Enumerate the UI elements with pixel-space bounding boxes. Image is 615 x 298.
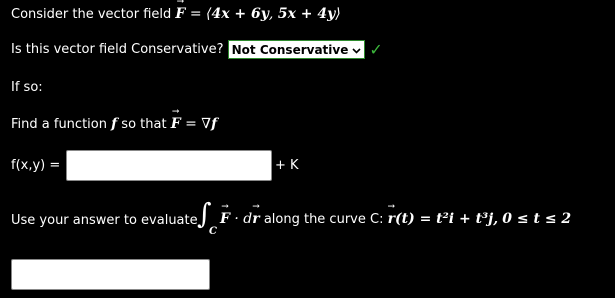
- chevron-down-icon: [352, 43, 361, 57]
- field-close: ⟩: [335, 6, 341, 22]
- plus-k-label: + K: [275, 158, 299, 173]
- conservative-select-value: Not Conservative: [231, 42, 349, 57]
- f-symbol-2: f: [211, 116, 218, 132]
- F-vector-3: F: [220, 211, 230, 227]
- component-1: 4x + 6y: [211, 6, 269, 22]
- gradient-expression: F = ∇f: [171, 116, 217, 132]
- line-integral-expression: ∫: [197, 200, 212, 228]
- dot-d: · d: [234, 211, 253, 227]
- integrand-and-curve: F · dr along the curve C: r(t) = t²i + t…: [220, 211, 571, 227]
- conservative-question-text: Is this vector field Conservative?: [11, 42, 224, 57]
- along-curve-text: along the curve C:: [263, 212, 384, 227]
- eq-nabla: = ∇: [185, 116, 212, 132]
- line-integral-answer-input[interactable]: [11, 259, 210, 290]
- integral-subscript: C: [209, 226, 217, 237]
- correct-check-icon: ✓: [369, 40, 383, 59]
- t-range: 0 ≤ t ≤ 2: [502, 211, 572, 227]
- F-vector-2: F: [171, 116, 181, 132]
- vector-field-statement: Consider the vector field F = ⟨4x + 6y, …: [11, 6, 341, 22]
- if-so-label: If so:: [11, 80, 43, 95]
- conservative-select[interactable]: Not Conservative: [227, 40, 366, 59]
- so-that-text: so that: [121, 117, 167, 132]
- f-symbol: f: [111, 116, 118, 132]
- r-vector: r: [252, 211, 259, 227]
- statement-prefix: Consider the vector field: [11, 7, 172, 22]
- curve-parametrization: (t) = t²i + t³j,: [394, 211, 499, 227]
- conservative-question: Is this vector field Conservative? Not C…: [11, 40, 383, 59]
- F-vector: F: [175, 6, 185, 22]
- fxy-label: f(x,y) =: [11, 158, 61, 173]
- find-function-statement: Find a function f so that F = ∇f: [11, 116, 217, 132]
- potential-function-input[interactable]: [66, 150, 272, 181]
- r-vector-2: r: [388, 211, 395, 227]
- vector-field-expression: F = ⟨4x + 6y, 5x + 4y⟩: [175, 6, 340, 22]
- evaluate-prefix: Use your answer to evaluate: [11, 213, 198, 228]
- field-open: = ⟨: [189, 6, 212, 22]
- find-prefix: Find a function: [11, 117, 107, 132]
- component-2: 5x + 4y: [277, 6, 336, 22]
